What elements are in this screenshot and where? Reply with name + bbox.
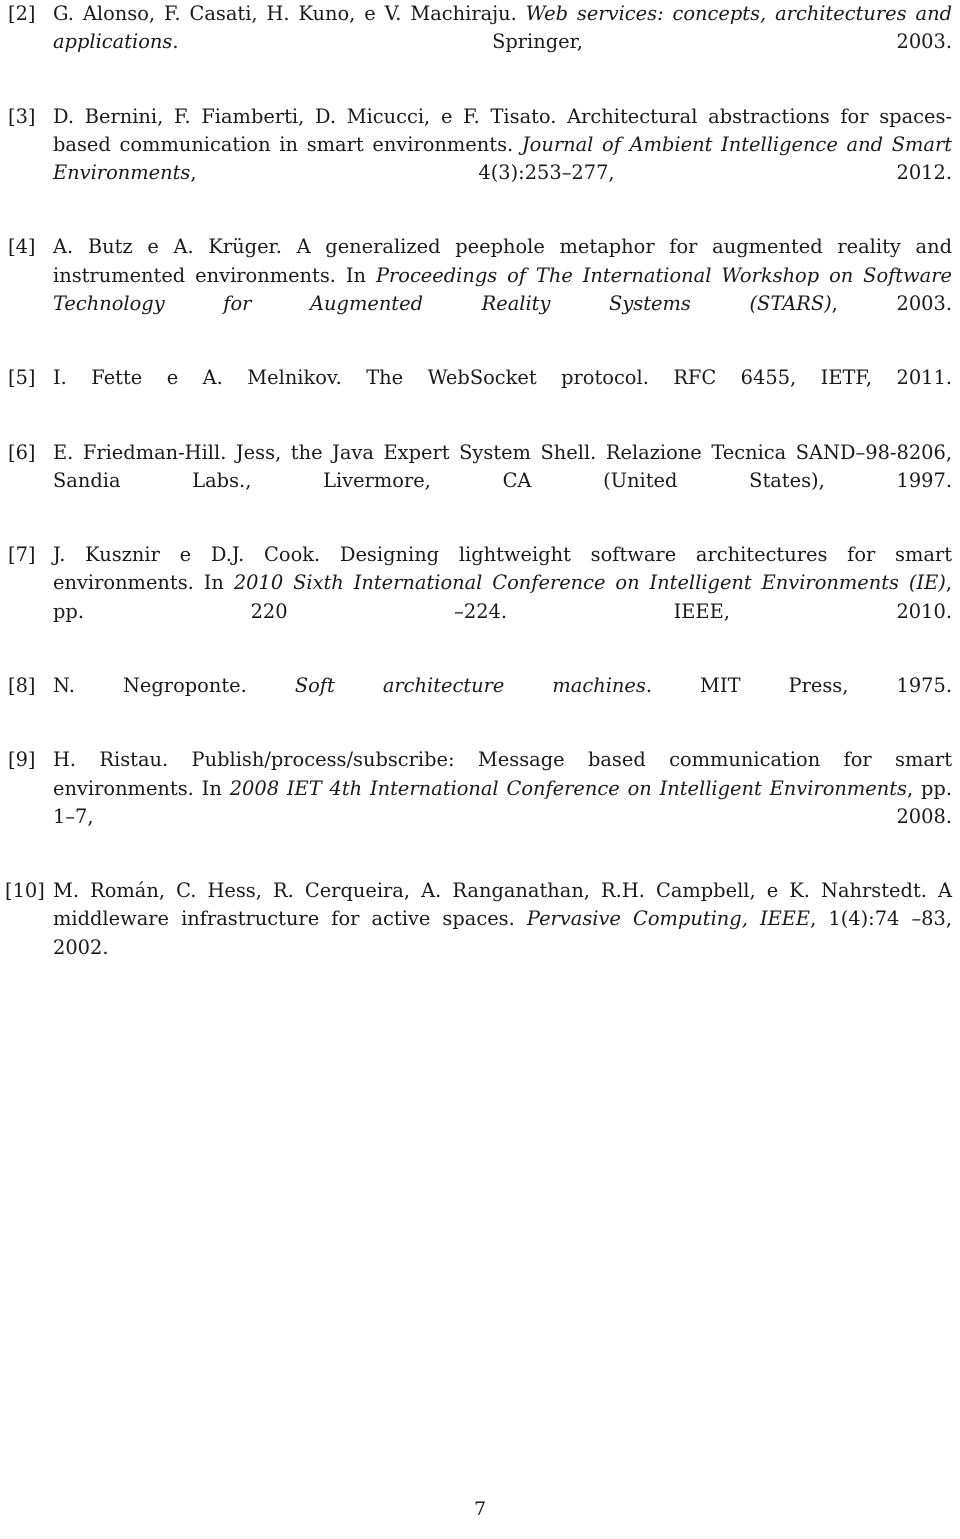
bibliography-entry-text: G. Alonso, F. Casati, H. Kuno, e V. Mach… [53,0,952,85]
bibliography-entry: [4] A. Butz e A. Krüger. A generalized pe… [8,233,952,346]
bibliography-entry-text: I. Fette e A. Melnikov. The WebSocket pr… [53,364,952,420]
bibliography-entry-label: [6] [8,440,36,464]
bibliography-entry-text: E. Friedman-Hill. Jess, the Java Expert … [53,439,952,524]
bibliography-entry: [8] N. Negroponte. Soft architecture mach… [8,672,952,728]
bibliography-text-roman: , 2003. [831,291,952,315]
bibliography-title-italic: Pervasive Computing, IEEE [526,907,811,931]
bibliography-entry-text: N. Negroponte. Soft architecture machine… [53,672,952,728]
document-page: [2] G. Alonso, F. Casati, H. Kuno, e V. M… [0,0,960,1539]
bibliography-entry-label: [5] [8,366,36,390]
bibliography-entry-label: [10] [5,879,45,903]
bibliography-entry: [2] G. Alonso, F. Casati, H. Kuno, e V. M… [8,0,952,85]
bibliography-text-roman: I. Fette e A. Melnikov. The WebSocket pr… [53,366,952,390]
bibliography-entry: [3] D. Bernini, F. Fiamberti, D. Micucci,… [8,103,952,216]
bibliography-entry-label: [3] [8,104,36,128]
bibliography-list: [2] G. Alonso, F. Casati, H. Kuno, e V. M… [5,0,952,990]
bibliography-title-italic: 2008 IET 4th International Conference on… [229,776,907,800]
page-number: 7 [473,1498,487,1520]
bibliography-title-italic: Soft architecture machines [294,674,646,698]
bibliography-entry: [9] H. Ristau. Publish/process/subscribe:… [8,746,952,859]
bibliography-entry-label: [7] [8,543,36,567]
bibliography-entry-label: [2] [8,2,36,25]
bibliography-text-roman: G. Alonso, F. Casati, H. Kuno, e V. Mach… [53,2,526,25]
bibliography-entry-text: A. Butz e A. Krüger. A generalized peeph… [53,233,952,346]
bibliography-text-roman: E. Friedman-Hill. Jess, the Java Expert … [53,440,952,492]
bibliography-entry-text: D. Bernini, F. Fiamberti, D. Micucci, e … [53,103,952,216]
bibliography-entry-text: J. Kusznir e D.J. Cook. Designing lightw… [53,541,952,654]
bibliography-entry-label: [4] [8,235,36,259]
bibliography-text-roman: . MIT Press, 1975. [645,674,952,698]
bibliography-text-roman: N. Negroponte. [53,674,295,698]
bibliography-entry: [10] M. Román, C. Hess, R. Cerqueira, A. … [5,877,952,990]
bibliography-text-roman: , 4(3):253–277, 2012. [190,161,952,185]
bibliography-entry-text: M. Román, C. Hess, R. Cerqueira, A. Rang… [53,877,952,990]
bibliography-entry: [5] I. Fette e A. Melnikov. The WebSocket… [8,364,952,420]
bibliography-entry: [7] J. Kusznir e D.J. Cook. Designing lig… [8,541,952,654]
bibliography-title-italic: 2010 Sixth International Conference on I… [233,571,946,595]
bibliography-entry-label: [9] [8,748,36,772]
bibliography-entry: [6] E. Friedman-Hill. Jess, the Java Expe… [8,439,952,524]
bibliography-entry-label: [8] [8,674,36,698]
bibliography-entry-text: H. Ristau. Publish/process/subscribe: Me… [53,746,952,859]
bibliography-text-roman: . Springer, 2003. [172,30,952,54]
